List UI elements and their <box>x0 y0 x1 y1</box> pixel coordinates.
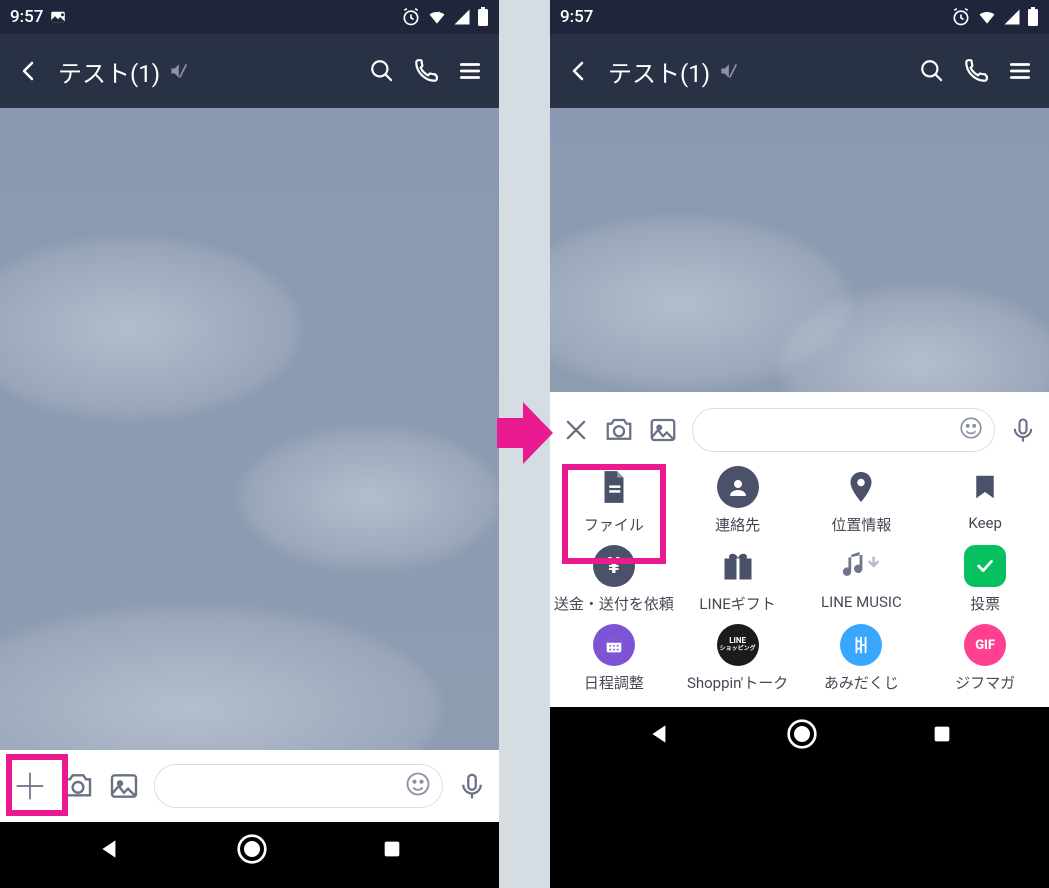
file-icon <box>593 466 635 508</box>
attach-keep-label: Keep <box>968 514 1002 532</box>
camera-button[interactable] <box>62 770 94 802</box>
search-button[interactable] <box>367 58 397 84</box>
menu-button[interactable] <box>1005 58 1035 84</box>
status-bar: 9:57 <box>0 0 499 34</box>
location-icon <box>840 466 882 508</box>
mute-icon <box>718 61 738 81</box>
attach-location[interactable]: 位置情報 <box>800 466 924 535</box>
attach-transfer-label: 送金・送付を依頼 <box>554 593 674 614</box>
contact-icon <box>717 466 759 508</box>
menu-button[interactable] <box>455 58 485 84</box>
attach-transfer[interactable]: ¥ 送金・送付を依頼 <box>552 545 676 614</box>
mute-icon <box>168 61 188 81</box>
android-nav-bar <box>550 707 1049 765</box>
gallery-button[interactable] <box>108 770 140 802</box>
attach-gift[interactable]: LINEギフト <box>676 545 800 614</box>
voice-button[interactable] <box>1009 416 1037 444</box>
calendar-icon <box>593 624 635 666</box>
shopping-icon: LINEショッピング <box>717 624 759 666</box>
chat-title: テスト(1) <box>608 54 710 89</box>
nav-recent-button[interactable] <box>381 838 403 864</box>
nav-back-button[interactable] <box>97 836 123 866</box>
attach-music-label: LINE MUSIC <box>821 593 902 611</box>
attach-shoppin-label: Shoppin'トーク <box>687 672 788 693</box>
attach-keep[interactable]: Keep <box>923 466 1047 535</box>
call-button[interactable] <box>411 58 441 84</box>
input-bar <box>550 400 1049 460</box>
back-button[interactable] <box>14 59 44 83</box>
input-bar <box>0 750 499 822</box>
battery-icon <box>1027 7 1039 27</box>
attach-music[interactable]: LINE MUSIC <box>800 545 924 614</box>
signal-icon <box>1003 8 1021 26</box>
ladder-icon <box>840 624 882 666</box>
android-nav-bar <box>0 822 499 880</box>
voice-button[interactable] <box>457 771 487 801</box>
search-button[interactable] <box>917 58 947 84</box>
attach-schedule[interactable]: 日程調整 <box>552 624 676 693</box>
attach-gifmag-label: ジフマガ <box>955 672 1015 693</box>
attach-file[interactable]: ファイル <box>552 466 676 535</box>
attach-ladder-label: あみだくじ <box>824 672 899 693</box>
gallery-button[interactable] <box>648 415 678 445</box>
attach-file-label: ファイル <box>584 514 644 535</box>
chat-body[interactable] <box>0 108 499 750</box>
right-screenshot: 9:57 テスト(1) <box>550 0 1049 888</box>
attachment-panel: ファイル 連絡先 位置情報 Keep ¥ 送金・送付を依頼 LINEギフト <box>550 392 1049 707</box>
attach-poll[interactable]: 投票 <box>923 545 1047 614</box>
attach-contact-label: 連絡先 <box>715 514 760 535</box>
nav-home-button[interactable] <box>786 718 818 754</box>
call-button[interactable] <box>961 58 991 84</box>
nav-recent-button[interactable] <box>931 723 953 749</box>
battery-icon <box>477 7 489 27</box>
poll-icon <box>964 545 1006 587</box>
message-input[interactable] <box>692 408 995 452</box>
nav-home-button[interactable] <box>236 833 268 869</box>
arrow-icon <box>497 398 555 472</box>
chat-header: テスト(1) <box>0 34 499 108</box>
camera-button[interactable] <box>604 415 634 445</box>
status-time: 9:57 <box>10 7 43 27</box>
close-attach-button[interactable] <box>562 416 590 444</box>
attach-plus-button[interactable] <box>12 768 48 804</box>
left-screenshot: 9:57 テスト(1) <box>0 0 499 888</box>
emoji-button[interactable] <box>404 770 432 802</box>
wifi-icon <box>427 7 447 27</box>
alarm-icon <box>951 7 971 27</box>
emoji-button[interactable] <box>958 415 984 445</box>
alarm-icon <box>401 7 421 27</box>
attach-ladder[interactable]: あみだくじ <box>800 624 924 693</box>
attach-gift-label: LINEギフト <box>699 593 775 614</box>
chat-header: テスト(1) <box>550 34 1049 108</box>
wifi-icon <box>977 7 997 27</box>
back-button[interactable] <box>564 59 594 83</box>
status-bar: 9:57 <box>550 0 1049 34</box>
attach-poll-label: 投票 <box>970 593 1000 614</box>
music-icon <box>840 545 882 587</box>
gift-icon <box>717 545 759 587</box>
attach-gifmag[interactable]: GIF ジフマガ <box>923 624 1047 693</box>
keep-icon <box>964 466 1006 508</box>
status-time: 9:57 <box>560 7 593 27</box>
signal-icon <box>453 8 471 26</box>
nav-back-button[interactable] <box>647 721 673 751</box>
chat-body[interactable] <box>550 108 1049 392</box>
attach-schedule-label: 日程調整 <box>584 672 644 693</box>
message-input[interactable] <box>154 764 443 808</box>
attach-location-label: 位置情報 <box>831 514 891 535</box>
gif-icon: GIF <box>964 624 1006 666</box>
chat-title: テスト(1) <box>58 54 160 89</box>
screenshot-icon <box>49 8 67 26</box>
attach-shoppin[interactable]: LINEショッピング Shoppin'トーク <box>676 624 800 693</box>
attach-contact[interactable]: 連絡先 <box>676 466 800 535</box>
yen-icon: ¥ <box>593 545 635 587</box>
